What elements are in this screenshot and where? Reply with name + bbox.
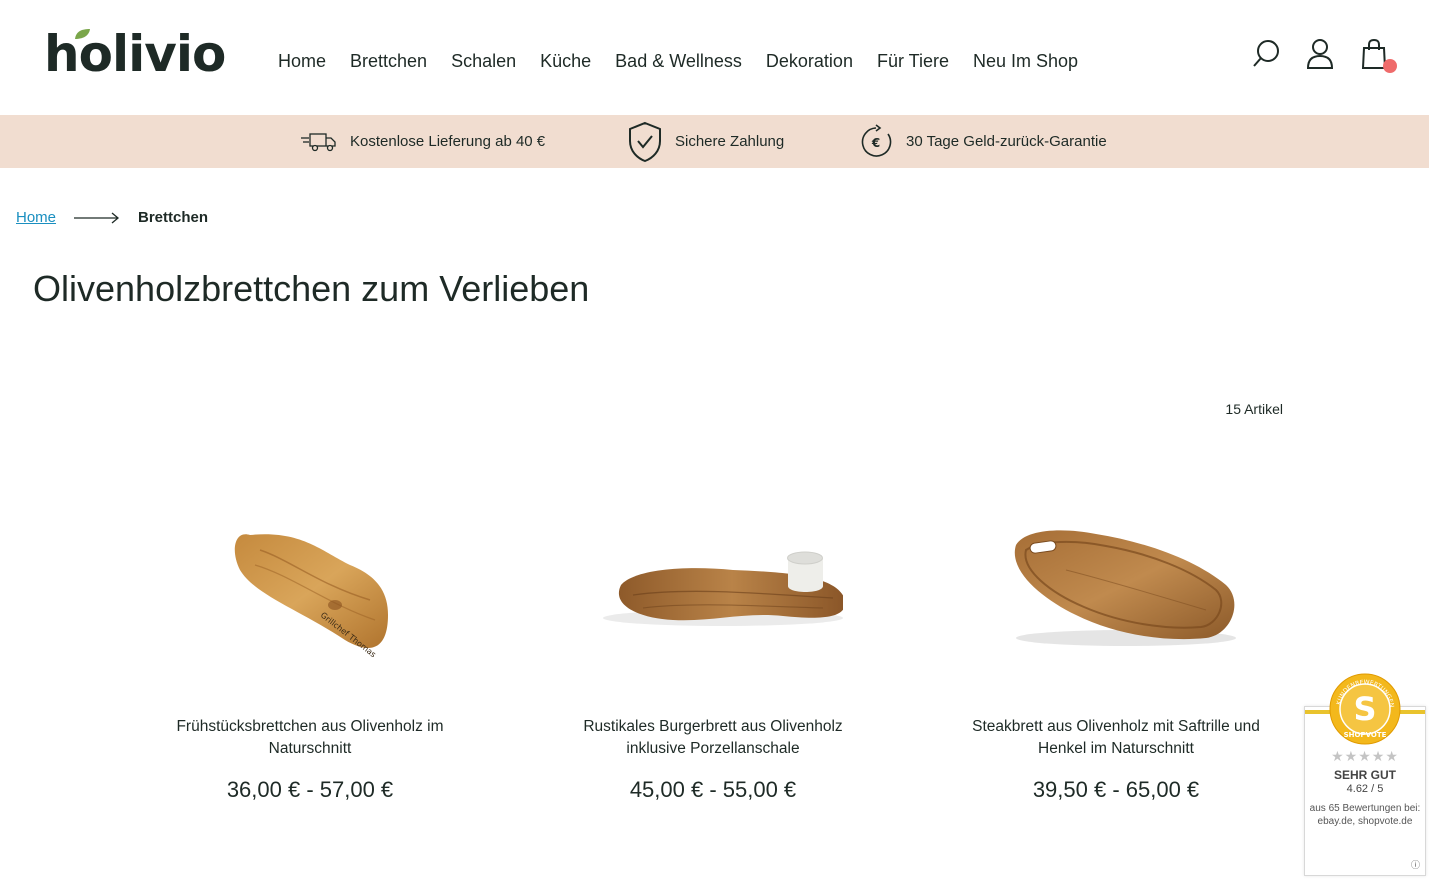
product-price: 36,00 € - 57,00 € xyxy=(226,777,394,802)
rating-score: 4.62 / 5 xyxy=(1346,783,1384,795)
arrow-right-icon xyxy=(74,212,120,223)
nav-bad-wellness[interactable]: Bad & Wellness xyxy=(615,51,742,72)
user-icon xyxy=(1306,39,1334,69)
product-image[interactable] xyxy=(583,490,843,690)
seal-brand: SHOPVOTE xyxy=(1344,731,1387,739)
benefit-payment-label: Sichere Zahlung xyxy=(675,133,785,150)
product-name[interactable]: Steakbrett aus Olivenholz mit Saftrille … xyxy=(966,716,1266,760)
logo[interactable]: holivio xyxy=(44,25,226,83)
svg-text:€: € xyxy=(871,136,880,150)
product-card[interactable]: Rustikales Burgerbrett aus Olivenholz in… xyxy=(563,490,863,803)
cart-button[interactable] xyxy=(1359,38,1397,73)
header-icons xyxy=(1251,38,1397,73)
breadcrumb-current: Brettchen xyxy=(138,209,209,226)
page-title: Olivenholzbrettchen zum Verlieben xyxy=(33,268,590,309)
product-price: 39,50 € - 65,00 € xyxy=(1032,777,1200,802)
nav-brettchen[interactable]: Brettchen xyxy=(350,51,427,72)
leaf-icon xyxy=(75,29,90,39)
account-button[interactable] xyxy=(1305,38,1335,70)
nav-dekoration[interactable]: Dekoration xyxy=(766,51,853,72)
rating-stars: ★★★★★ xyxy=(1331,748,1399,764)
benefit-delivery: Kostenlose Lieferung ab 40 € xyxy=(300,115,545,168)
benefit-payment: Sichere Zahlung xyxy=(627,115,784,168)
product-image[interactable]: Grillchef Thomas xyxy=(180,490,440,690)
delivery-truck-icon xyxy=(301,132,336,151)
product-count: 15 Artikel xyxy=(1225,401,1283,417)
product-name[interactable]: Frühstücksbrettchen aus Olivenholz im Na… xyxy=(160,716,460,760)
breadcrumb-home-link[interactable]: Home xyxy=(16,209,56,226)
info-icon[interactable]: ⓘ xyxy=(1411,858,1420,871)
rating-label: SEHR GUT xyxy=(1333,768,1396,782)
money-back-icon: € xyxy=(861,123,892,157)
benefit-delivery-label: Kostenlose Lieferung ab 40 € xyxy=(350,133,546,150)
search-button[interactable] xyxy=(1251,38,1281,70)
nav-schalen[interactable]: Schalen xyxy=(451,51,516,72)
search-icon xyxy=(1253,40,1279,67)
site-header: holivio Home Brettchen Schalen Küche Bad… xyxy=(0,0,1429,115)
nav-neu-im-shop[interactable]: Neu Im Shop xyxy=(973,51,1078,72)
cart-badge xyxy=(1383,59,1397,73)
product-price: 45,00 € - 55,00 € xyxy=(629,777,797,802)
main-nav: Home Brettchen Schalen Küche Bad & Welln… xyxy=(278,51,1102,72)
product-card[interactable]: Steakbrett aus Olivenholz mit Saftrille … xyxy=(966,490,1266,803)
logo-text: holivio xyxy=(44,25,226,83)
shield-check-icon xyxy=(629,121,661,162)
product-card[interactable]: Grillchef Thomas Frühstücksbrettchen aus… xyxy=(160,490,460,803)
shopvote-seal-icon: S KUNDENBEWERTUNGEN SHOPVOTE xyxy=(1329,673,1401,745)
seal-letter: S xyxy=(1353,690,1376,728)
product-name[interactable]: Rustikales Burgerbrett aus Olivenholz in… xyxy=(563,716,863,760)
shopvote-badge[interactable]: S KUNDENBEWERTUNGEN SHOPVOTE ★★★★★ SEHR … xyxy=(1304,673,1426,876)
product-image[interactable] xyxy=(986,490,1246,690)
benefits-bar: Kostenlose Lieferung ab 40 € Sichere Zah… xyxy=(0,115,1429,168)
nav-fuer-tiere[interactable]: Für Tiere xyxy=(877,51,949,72)
nav-home[interactable]: Home xyxy=(278,51,326,72)
breadcrumb: Home Brettchen xyxy=(16,209,208,226)
review-count: aus 65 Bewertungen bei: ebay.de, shopvot… xyxy=(1309,803,1421,827)
benefit-guarantee: € 30 Tage Geld-zurück-Garantie xyxy=(858,115,1107,168)
nav-kueche[interactable]: Küche xyxy=(540,51,591,72)
benefit-guarantee-label: 30 Tage Geld-zurück-Garantie xyxy=(906,133,1107,150)
